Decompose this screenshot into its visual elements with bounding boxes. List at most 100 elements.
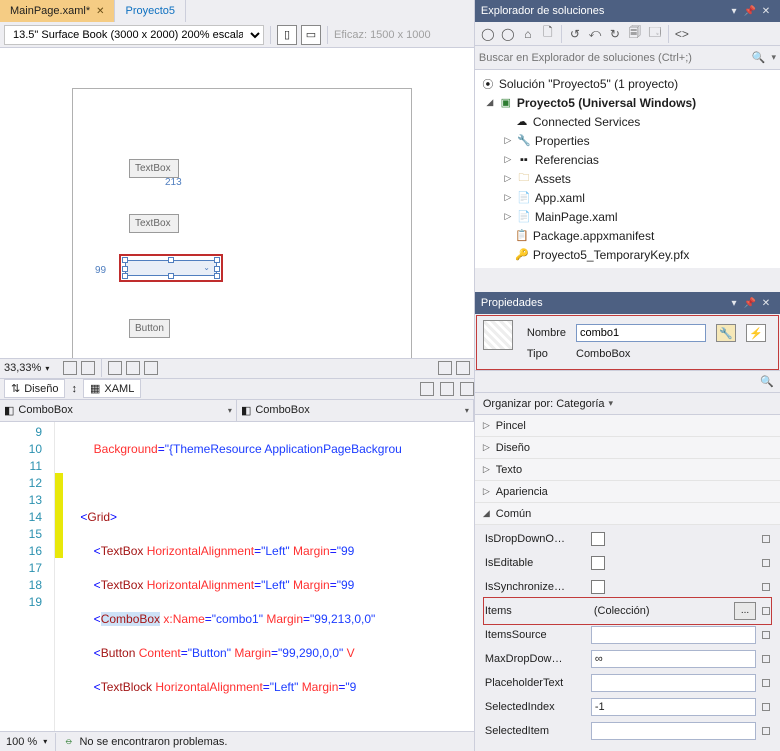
- property-marker[interactable]: [762, 703, 770, 711]
- tree-item-pfx[interactable]: 🔑Proyecto5_TemporaryKey.pfx: [475, 245, 780, 264]
- solution-search-input[interactable]: [479, 52, 752, 64]
- value-input[interactable]: -1: [591, 698, 756, 716]
- property-marker[interactable]: [762, 583, 770, 591]
- close-icon[interactable]: ✕: [758, 6, 774, 17]
- scope-member-combo[interactable]: ◧ ComboBox ▾: [237, 400, 474, 421]
- checkbox[interactable]: [591, 532, 605, 546]
- tree-item-mainpage[interactable]: ▷📄MainPage.xaml: [475, 207, 780, 226]
- solution-tree[interactable]: ⦿ Solución "Proyecto5" (1 proyecto) ◢ ▣ …: [475, 70, 780, 268]
- property-marker[interactable]: [762, 655, 770, 663]
- expander-icon[interactable]: ◢: [485, 97, 495, 108]
- device-combo[interactable]: 13.5" Surface Book (3000 x 2000) 200% es…: [4, 25, 264, 45]
- close-icon[interactable]: ✕: [758, 298, 774, 309]
- properties-view-button[interactable]: 🔧: [716, 324, 736, 342]
- tree-item-manifest[interactable]: 📋Package.appxmanifest: [475, 226, 780, 245]
- pin-icon[interactable]: 📌: [742, 6, 758, 17]
- sync-icon[interactable]: 🗋: [539, 25, 557, 43]
- prop-issynchronized[interactable]: IsSynchronize…: [485, 575, 770, 599]
- layout-icon[interactable]: [440, 382, 454, 396]
- tree-item-references[interactable]: ▷▪▪Referencias: [475, 150, 780, 169]
- property-marker[interactable]: [762, 727, 770, 735]
- category-texto[interactable]: ▷Texto: [475, 459, 780, 481]
- forward-icon[interactable]: ◯: [499, 25, 517, 43]
- textbox-control[interactable]: TextBox: [129, 159, 179, 178]
- organize-row[interactable]: Organizar por: Categoría ▾: [475, 393, 780, 415]
- tab-mainpage[interactable]: MainPage.xaml* ✕: [0, 0, 115, 22]
- dropdown-icon[interactable]: ▾: [726, 298, 742, 309]
- code-text[interactable]: Background="{ThemeResource ApplicationPa…: [63, 422, 402, 732]
- expander-icon[interactable]: ▷: [503, 211, 513, 222]
- chevron-down-icon[interactable]: ▾: [43, 737, 47, 746]
- search-icon[interactable]: 🔍: [752, 51, 766, 64]
- tree-item-appxaml[interactable]: ▷📄App.xaml: [475, 188, 780, 207]
- layout-icon[interactable]: [420, 382, 434, 396]
- value-input[interactable]: ∞: [591, 650, 756, 668]
- chevron-down-icon[interactable]: ▾: [771, 52, 776, 63]
- expander-icon[interactable]: ▷: [503, 135, 513, 146]
- expander-icon[interactable]: ▷: [503, 173, 513, 184]
- category-diseno[interactable]: ▷Diseño: [475, 437, 780, 459]
- grid-icon[interactable]: [81, 361, 95, 375]
- snap-icon[interactable]: [126, 361, 140, 375]
- close-icon[interactable]: ✕: [96, 6, 104, 17]
- category-apariencia[interactable]: ▷Apariencia: [475, 481, 780, 503]
- value-input[interactable]: [591, 626, 756, 644]
- search-icon[interactable]: 🔍: [760, 375, 774, 388]
- pin-icon[interactable]: 📌: [742, 298, 758, 309]
- prop-selectedindex[interactable]: SelectedIndex-1: [485, 695, 770, 719]
- code-editor[interactable]: 91011 121314 151617 1819 Background="{Th…: [0, 422, 474, 732]
- design-surface[interactable]: TextBox TextBox 213 99 ⌄ Button TextBloc…: [0, 48, 474, 358]
- panel-title-bar[interactable]: Explorador de soluciones ▾ 📌 ✕: [475, 0, 780, 22]
- scope-type-combo[interactable]: ◧ ComboBox ▾: [0, 400, 237, 421]
- design-tab[interactable]: ⇅ Diseño: [4, 379, 65, 398]
- tool-icon[interactable]: [438, 361, 452, 375]
- prop-maxdropdown[interactable]: MaxDropDow…∞: [485, 647, 770, 671]
- property-marker[interactable]: [762, 559, 770, 567]
- panel-title-bar[interactable]: Propiedades ▾ 📌 ✕: [475, 292, 780, 314]
- textbox-control[interactable]: TextBox: [129, 214, 179, 233]
- expander-icon[interactable]: ▷: [503, 192, 513, 203]
- xaml-tab[interactable]: ▦ XAML: [83, 379, 141, 398]
- layout-icon[interactable]: [460, 382, 474, 396]
- tree-item-assets[interactable]: ▷🗀Assets: [475, 169, 780, 188]
- property-marker[interactable]: [762, 607, 770, 615]
- properties-icon[interactable]: 🗔: [646, 25, 664, 43]
- collection-editor-button[interactable]: ...: [734, 602, 756, 620]
- show-all-icon[interactable]: 🗐: [626, 25, 644, 43]
- tool-icon[interactable]: [456, 361, 470, 375]
- value-input[interactable]: [591, 722, 756, 740]
- value-input[interactable]: [591, 674, 756, 692]
- snap-icon[interactable]: [108, 361, 122, 375]
- tree-item-properties[interactable]: ▷🔧Properties: [475, 131, 780, 150]
- property-marker[interactable]: [762, 535, 770, 543]
- category-comun[interactable]: ◢Común: [475, 503, 780, 525]
- prop-placeholder[interactable]: PlaceholderText: [485, 671, 770, 695]
- tab-project[interactable]: Proyecto5: [115, 0, 186, 22]
- swap-icon[interactable]: ↕: [71, 383, 77, 395]
- prop-iseditable[interactable]: IsEditable: [485, 551, 770, 575]
- chevron-down-icon[interactable]: ▾: [45, 364, 49, 373]
- refresh-icon[interactable]: ↻: [606, 25, 624, 43]
- prop-itemssource[interactable]: ItemsSource: [485, 623, 770, 647]
- collapse-icon[interactable]: ⤺: [586, 25, 604, 43]
- landscape-icon[interactable]: ▭: [301, 25, 321, 45]
- category-pincel[interactable]: ▷Pincel: [475, 415, 780, 437]
- button-control[interactable]: Button: [129, 319, 170, 338]
- events-view-button[interactable]: ⚡: [746, 324, 766, 342]
- property-marker[interactable]: [762, 631, 770, 639]
- grid-icon[interactable]: [63, 361, 77, 375]
- portrait-icon[interactable]: ▯: [277, 25, 297, 45]
- history-icon[interactable]: ↺: [566, 25, 584, 43]
- prop-isdropdownopen[interactable]: IsDropDownO…: [485, 527, 770, 551]
- checkbox[interactable]: [591, 556, 605, 570]
- dropdown-icon[interactable]: ▾: [726, 6, 742, 17]
- checkbox[interactable]: [591, 580, 605, 594]
- chevron-down-icon[interactable]: ▾: [609, 398, 614, 409]
- name-input[interactable]: [576, 324, 706, 342]
- combobox-control[interactable]: ⌄: [125, 260, 217, 276]
- solution-node[interactable]: ⦿ Solución "Proyecto5" (1 proyecto): [475, 74, 780, 93]
- prop-items[interactable]: Items (Colección) ...: [485, 599, 770, 623]
- code-icon[interactable]: <>: [673, 25, 691, 43]
- project-node[interactable]: ◢ ▣ Proyecto5 (Universal Windows): [475, 93, 780, 112]
- home-icon[interactable]: ⌂: [519, 25, 537, 43]
